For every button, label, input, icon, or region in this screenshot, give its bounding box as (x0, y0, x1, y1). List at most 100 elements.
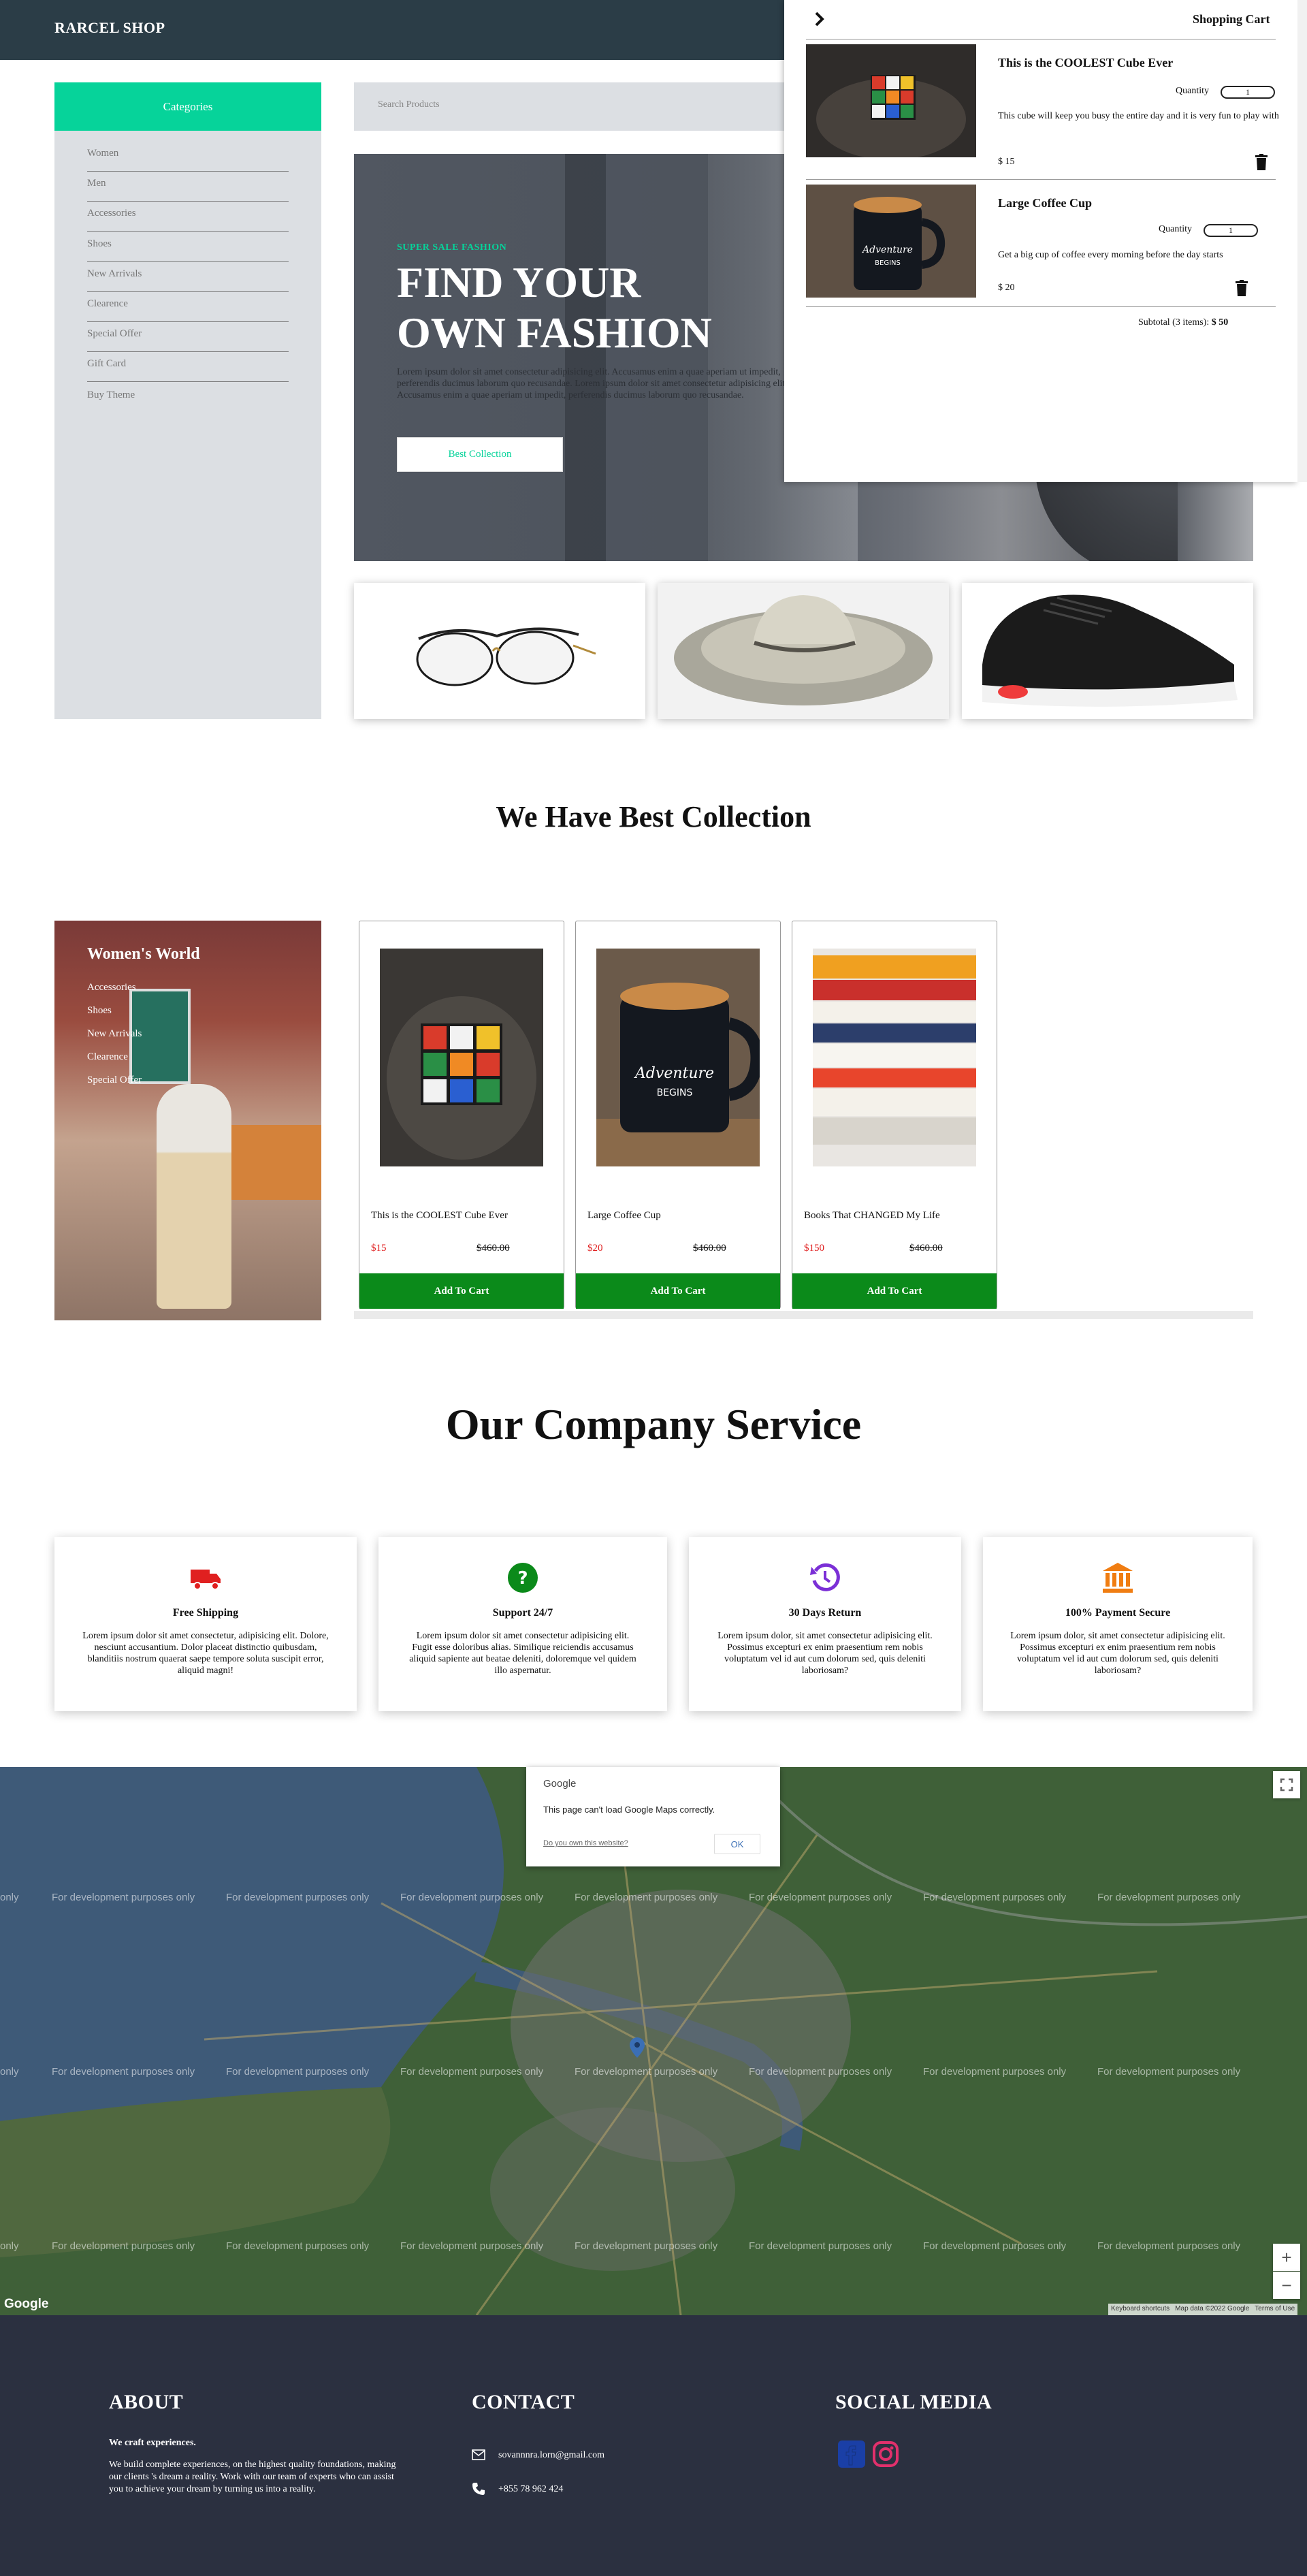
product-image-cube (380, 949, 543, 1166)
map-pin-icon[interactable] (630, 2037, 645, 2058)
ww-link-accessories[interactable]: Accessories (87, 982, 136, 993)
footer (0, 2315, 1307, 2576)
product-name[interactable]: Large Coffee Cup (587, 1210, 661, 1222)
instagram-icon[interactable] (872, 2440, 899, 2468)
category-new-arrivals[interactable]: New Arrivals (87, 262, 289, 292)
trash-icon[interactable] (1236, 280, 1248, 296)
horizontal-scrollbar[interactable] (354, 1311, 1253, 1319)
model-figure (157, 1084, 231, 1309)
fullscreen-button[interactable] (1273, 1771, 1300, 1798)
svg-text:Adventure: Adventure (861, 244, 913, 255)
svg-text:Adventure: Adventure (634, 1065, 714, 1082)
product-image-mug: Adventure BEGINS (596, 949, 760, 1166)
zoom-out-button[interactable]: − (1273, 2272, 1300, 2299)
quantity-input[interactable]: 1 (1221, 86, 1275, 99)
brand-logo[interactable]: RARCEL SHOP (54, 19, 165, 37)
map-watermark: For development purposes only (400, 2066, 544, 2078)
chevron-right-icon[interactable] (814, 11, 825, 27)
category-special-offer[interactable]: Special Offer (87, 322, 289, 352)
tile-hat[interactable] (658, 583, 949, 719)
hero-subtitle: SUPER SALE FASHION (397, 242, 507, 253)
tile-sneaker[interactable] (962, 583, 1253, 719)
ww-link-special-offer[interactable]: Special Offer (87, 1075, 142, 1086)
service-card-support: ? Support 24/7 Lorem ipsum dolor sit ame… (378, 1537, 667, 1711)
about-tagline: We craft experiences. (109, 2438, 196, 2448)
product-card[interactable]: This is the COOLEST Cube Ever $15 $460.0… (359, 921, 564, 1309)
add-to-cart-button[interactable]: Add To Cart (359, 1273, 564, 1309)
product-card[interactable]: Books That CHANGED My Life $150 $460.00 … (792, 921, 997, 1309)
cart-item-name: This is the COOLEST Cube Ever (998, 56, 1174, 69)
map-watermark: only (0, 2240, 19, 2252)
map-watermark: For development purposes only (575, 2066, 718, 2078)
ww-link-clearence[interactable]: Clearence (87, 1051, 128, 1063)
service-text: Lorem ipsum dolor sit amet consectetur a… (409, 1631, 636, 1676)
mail-icon (472, 2449, 485, 2460)
cart-item-price: $ 15 (998, 157, 1015, 167)
add-to-cart-button[interactable]: Add To Cart (576, 1273, 780, 1309)
best-collection-button[interactable]: Best Collection (397, 437, 563, 472)
keyboard-shortcuts-link[interactable]: Keyboard shortcuts (1111, 2305, 1169, 2314)
facebook-icon[interactable] (838, 2440, 865, 2468)
quantity-label: Quantity (1159, 224, 1192, 234)
quantity-label: Quantity (1176, 86, 1209, 96)
category-men[interactable]: Men (87, 172, 289, 202)
product-price: $20 (587, 1243, 603, 1254)
hero-description: Lorem ipsum dolor sit amet consectetur a… (397, 367, 788, 400)
service-title: 100% Payment Secure (1065, 1607, 1171, 1619)
product-old-price: $460.00 (477, 1243, 510, 1254)
svg-text:BEGINS: BEGINS (875, 259, 901, 267)
map-watermark: For development purposes only (923, 2066, 1067, 2078)
svg-text:?: ? (517, 1568, 528, 1589)
category-accessories[interactable]: Accessories (87, 202, 289, 232)
contact-phone[interactable]: +855 78 962 424 (498, 2483, 563, 2496)
map-watermark: For development purposes only (575, 2240, 718, 2252)
search-placeholder: Search Products (378, 99, 440, 110)
category-women[interactable]: Women (87, 142, 289, 172)
category-clearence[interactable]: Clearence (87, 292, 289, 322)
question-circle-icon: ? (508, 1563, 538, 1593)
product-image-books (813, 949, 976, 1166)
dialog-brand: Google (543, 1778, 577, 1790)
glasses-image (354, 583, 645, 719)
product-card[interactable]: Adventure BEGINS Large Coffee Cup $20 $4… (575, 921, 781, 1309)
add-to-cart-button[interactable]: Add To Cart (792, 1273, 997, 1309)
cart-item-price: $ 20 (998, 283, 1015, 293)
page-scrollbar[interactable] (1297, 0, 1307, 482)
ww-link-shoes[interactable]: Shoes (87, 1005, 112, 1017)
tile-glasses[interactable] (354, 583, 645, 719)
map-watermark: For development purposes only (226, 2066, 370, 2078)
service-title: Free Shipping (172, 1607, 239, 1619)
map-watermark: For development purposes only (400, 2240, 544, 2252)
subtotal-label: Subtotal (3 items): (1138, 317, 1210, 328)
service-card-return: 30 Days Return Lorem ipsum dolor, sit am… (689, 1537, 961, 1711)
ww-link-new-arrivals[interactable]: New Arrivals (87, 1028, 142, 1040)
category-buy-theme[interactable]: Buy Theme (87, 383, 289, 413)
map-watermark: For development purposes only (923, 1892, 1067, 1903)
service-title: Support 24/7 (492, 1607, 553, 1619)
google-logo[interactable]: Google (4, 2297, 48, 2312)
map-watermark: For development purposes only (226, 1892, 370, 1903)
map-watermark: For development purposes only (1097, 2066, 1241, 2078)
category-gift-card[interactable]: Gift Card (87, 352, 289, 382)
cart-divider (806, 179, 1276, 180)
history-icon (810, 1563, 840, 1591)
map-watermark: For development purposes only (52, 1892, 195, 1903)
dialog-ok-button[interactable]: OK (714, 1834, 760, 1854)
category-shoes[interactable]: Shoes (87, 232, 289, 262)
zoom-in-button[interactable]: + (1273, 2244, 1300, 2271)
product-name[interactable]: Books That CHANGED My Life (804, 1210, 940, 1222)
quantity-input[interactable]: 1 (1204, 224, 1258, 237)
terms-of-use-link[interactable]: Terms of Use (1255, 2305, 1295, 2314)
service-card-shipping: Free Shipping Lorem ipsum dolor sit amet… (54, 1537, 357, 1711)
map-watermark: only (0, 2066, 19, 2078)
trash-icon[interactable] (1255, 154, 1268, 170)
map-data-label: Map data ©2022 Google (1175, 2305, 1250, 2312)
dialog-own-site-link[interactable]: Do you own this website? (543, 1839, 628, 1847)
map-watermark: For development purposes only (575, 1892, 718, 1903)
bank-icon (1103, 1563, 1133, 1593)
map-error-dialog: Google This page can't load Google Maps … (526, 1767, 780, 1866)
about-text: We build complete experiences, on the hi… (109, 2460, 396, 2494)
cart-item-image-cube (806, 44, 976, 157)
contact-email[interactable]: sovannnra.lorn@gmail.com (498, 2449, 604, 2462)
product-name[interactable]: This is the COOLEST Cube Ever (371, 1210, 508, 1222)
